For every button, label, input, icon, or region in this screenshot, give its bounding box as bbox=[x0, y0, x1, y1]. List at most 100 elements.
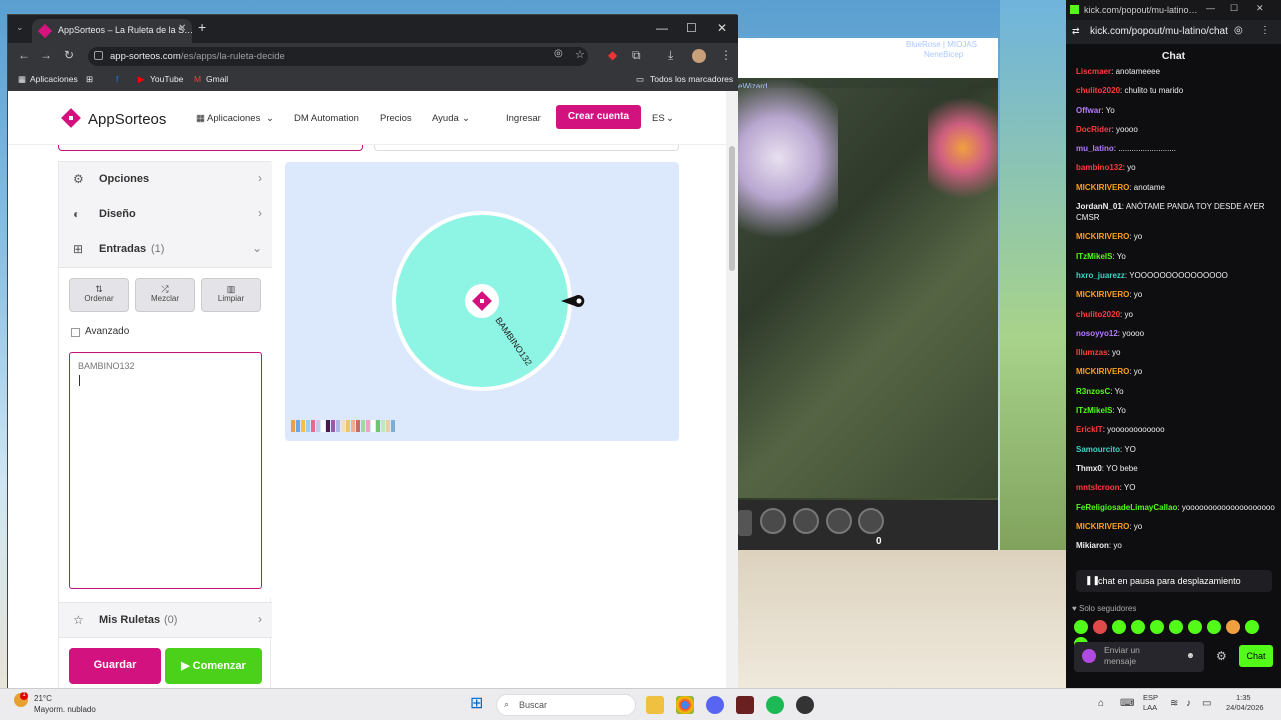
input-language-sub[interactable]: LAA bbox=[1143, 703, 1157, 712]
swatch[interactable] bbox=[316, 420, 320, 432]
kick-url[interactable]: kick.com/popout/mu-latino/chat bbox=[1090, 26, 1228, 37]
chat-username[interactable]: chulito2020 bbox=[1076, 310, 1120, 319]
emote-icon[interactable] bbox=[1112, 620, 1126, 634]
extensions-icon[interactable]: ⧉ bbox=[632, 48, 641, 63]
swatch[interactable] bbox=[356, 420, 360, 432]
page-scrollbar[interactable] bbox=[726, 91, 738, 689]
create-account-button[interactable]: Crear cuenta bbox=[556, 105, 641, 129]
volume-icon[interactable]: ♪ bbox=[1186, 698, 1191, 709]
skill-slot-icon[interactable] bbox=[760, 508, 786, 534]
save-button[interactable]: Guardar bbox=[69, 648, 161, 684]
kick-url-bar[interactable]: ⇄ kick.com/popout/mu-latino/chat ◎ ⋮ bbox=[1066, 20, 1281, 44]
minimize-icon[interactable]: — bbox=[1206, 3, 1215, 13]
chat-username[interactable]: Illumzas bbox=[1076, 348, 1108, 357]
chat-username[interactable]: ErickIT bbox=[1076, 425, 1103, 434]
emote-icon[interactable] bbox=[1093, 620, 1107, 634]
all-bookmarks[interactable]: Todos los marcadores bbox=[650, 74, 733, 84]
chat-username[interactable]: MICKIRIVERO bbox=[1076, 290, 1129, 299]
chat-username[interactable]: MICKIRIVERO bbox=[1076, 183, 1129, 192]
clock-date[interactable]: 24/04/2026 bbox=[1226, 703, 1264, 712]
emote-icon[interactable] bbox=[1207, 620, 1221, 634]
sort-button[interactable]: ⇅ Ordenar bbox=[69, 278, 129, 312]
login-link[interactable]: Ingresar bbox=[506, 113, 541, 124]
advanced-checkbox[interactable] bbox=[71, 328, 80, 337]
game-window[interactable]: BlueRose | MIOJAS NeneBicep eWizard 0 bbox=[738, 38, 998, 550]
swatch[interactable] bbox=[386, 420, 390, 432]
swatch[interactable] bbox=[326, 420, 330, 432]
skill-slot-icon[interactable] bbox=[826, 508, 852, 534]
chrome-icon[interactable] bbox=[676, 696, 694, 714]
game-app-icon[interactable] bbox=[736, 696, 754, 714]
chat-username[interactable]: FeReligiosadeLimayCallao bbox=[1076, 503, 1177, 512]
chat-username[interactable]: mu_latino bbox=[1076, 144, 1114, 153]
swatch[interactable] bbox=[301, 420, 305, 432]
facebook-icon[interactable]: f bbox=[116, 74, 118, 84]
back-icon[interactable]: ← bbox=[18, 48, 30, 62]
chat-username[interactable]: JordanN_01 bbox=[1076, 202, 1122, 211]
chat-username[interactable]: hxro_juarezz bbox=[1076, 271, 1125, 280]
swatch[interactable] bbox=[306, 420, 310, 432]
chat-username[interactable]: mntslcroon bbox=[1076, 483, 1120, 492]
chat-username[interactable]: Offwar bbox=[1076, 106, 1101, 115]
taskbar-search[interactable]: ⌕ Buscar bbox=[496, 694, 636, 716]
chat-username[interactable]: MICKIRIVERO bbox=[1076, 522, 1129, 531]
tab-appsorteos[interactable]: AppSorteos – La Ruleta de la S… bbox=[32, 19, 192, 43]
chevron-down-icon[interactable]: ⌄ bbox=[266, 113, 274, 124]
swatch[interactable] bbox=[366, 420, 370, 432]
chat-username[interactable]: MICKIRIVERO bbox=[1076, 232, 1129, 241]
swatch[interactable] bbox=[296, 420, 300, 432]
start-button[interactable]: ▶ Comenzar bbox=[165, 648, 262, 684]
emoji-icon[interactable]: ☻ bbox=[1186, 650, 1195, 660]
power-icon[interactable] bbox=[858, 508, 884, 534]
chat-username[interactable]: MICKIRIVERO bbox=[1076, 367, 1129, 376]
weather-desc[interactable]: Mayorm. nublado bbox=[34, 705, 96, 714]
scrollbar-thumb[interactable] bbox=[729, 146, 735, 271]
profile-avatar[interactable] bbox=[692, 49, 706, 63]
swatch[interactable] bbox=[391, 420, 395, 432]
design-section[interactable]: ◐ Diseño › bbox=[59, 197, 272, 233]
bookmark-apps[interactable]: Aplicaciones bbox=[30, 74, 78, 84]
tab-close-icon[interactable]: ✕ bbox=[178, 23, 186, 34]
swatch[interactable] bbox=[291, 420, 295, 432]
swatch[interactable] bbox=[361, 420, 365, 432]
input-language[interactable]: ESP bbox=[1143, 693, 1158, 702]
skill-slot-icon[interactable] bbox=[738, 510, 752, 536]
site-logo-text[interactable]: AppSorteos bbox=[88, 111, 166, 128]
eye-off-icon[interactable]: ◎ bbox=[554, 48, 563, 59]
battery-icon[interactable]: ▭ bbox=[1202, 698, 1211, 709]
swatch[interactable] bbox=[321, 420, 325, 432]
keyboard-icon[interactable]: ⌨ bbox=[1120, 698, 1134, 709]
extension-red-icon[interactable]: ◆ bbox=[608, 48, 617, 62]
send-message-input[interactable]: Enviar un mensaje ☻ bbox=[1074, 642, 1204, 672]
chat-username[interactable]: nosoyyo12 bbox=[1076, 329, 1118, 338]
grid-icon[interactable]: ⊞ bbox=[86, 74, 93, 85]
skill-slot-icon[interactable] bbox=[793, 508, 819, 534]
menu-icon[interactable]: ⋮ bbox=[1260, 25, 1270, 36]
discord-icon[interactable] bbox=[706, 696, 724, 714]
clear-button[interactable]: ▥ Limpiar bbox=[201, 278, 261, 312]
chat-username[interactable]: DocRider bbox=[1076, 125, 1112, 134]
swatch[interactable] bbox=[351, 420, 355, 432]
chevron-down-icon[interactable]: ⌄ bbox=[666, 113, 674, 124]
maximize-icon[interactable]: ☐ bbox=[1230, 3, 1238, 14]
close-window-icon[interactable]: ✕ bbox=[1256, 3, 1264, 14]
chat-username[interactable]: R3nzosC bbox=[1076, 387, 1110, 396]
apps-grid-icon[interactable]: ▦ bbox=[18, 74, 26, 85]
emote-icon[interactable] bbox=[1074, 620, 1088, 634]
swatch[interactable] bbox=[371, 420, 375, 432]
obs-icon[interactable] bbox=[796, 696, 814, 714]
language-selector[interactable]: ES bbox=[652, 113, 665, 124]
chat-paused-banner[interactable]: ❚❚ chat en pausa para desplazamiento bbox=[1076, 570, 1272, 592]
forward-icon[interactable]: → bbox=[40, 48, 52, 62]
menu-icon[interactable]: ⋮ bbox=[720, 48, 732, 62]
nav-precios[interactable]: Precios bbox=[380, 113, 412, 124]
swatch[interactable] bbox=[376, 420, 380, 432]
nav-ayuda[interactable]: Ayuda bbox=[432, 113, 459, 124]
star-icon[interactable]: ☆ bbox=[575, 48, 585, 61]
entries-textarea[interactable]: BAMBINO132 bbox=[69, 352, 262, 589]
maximize-icon[interactable]: ☐ bbox=[686, 21, 697, 35]
file-explorer-icon[interactable] bbox=[646, 696, 664, 714]
chat-username[interactable]: Mikiaron bbox=[1076, 541, 1109, 550]
chat-username[interactable]: ITzMikelS bbox=[1076, 252, 1112, 261]
swatch[interactable] bbox=[341, 420, 345, 432]
